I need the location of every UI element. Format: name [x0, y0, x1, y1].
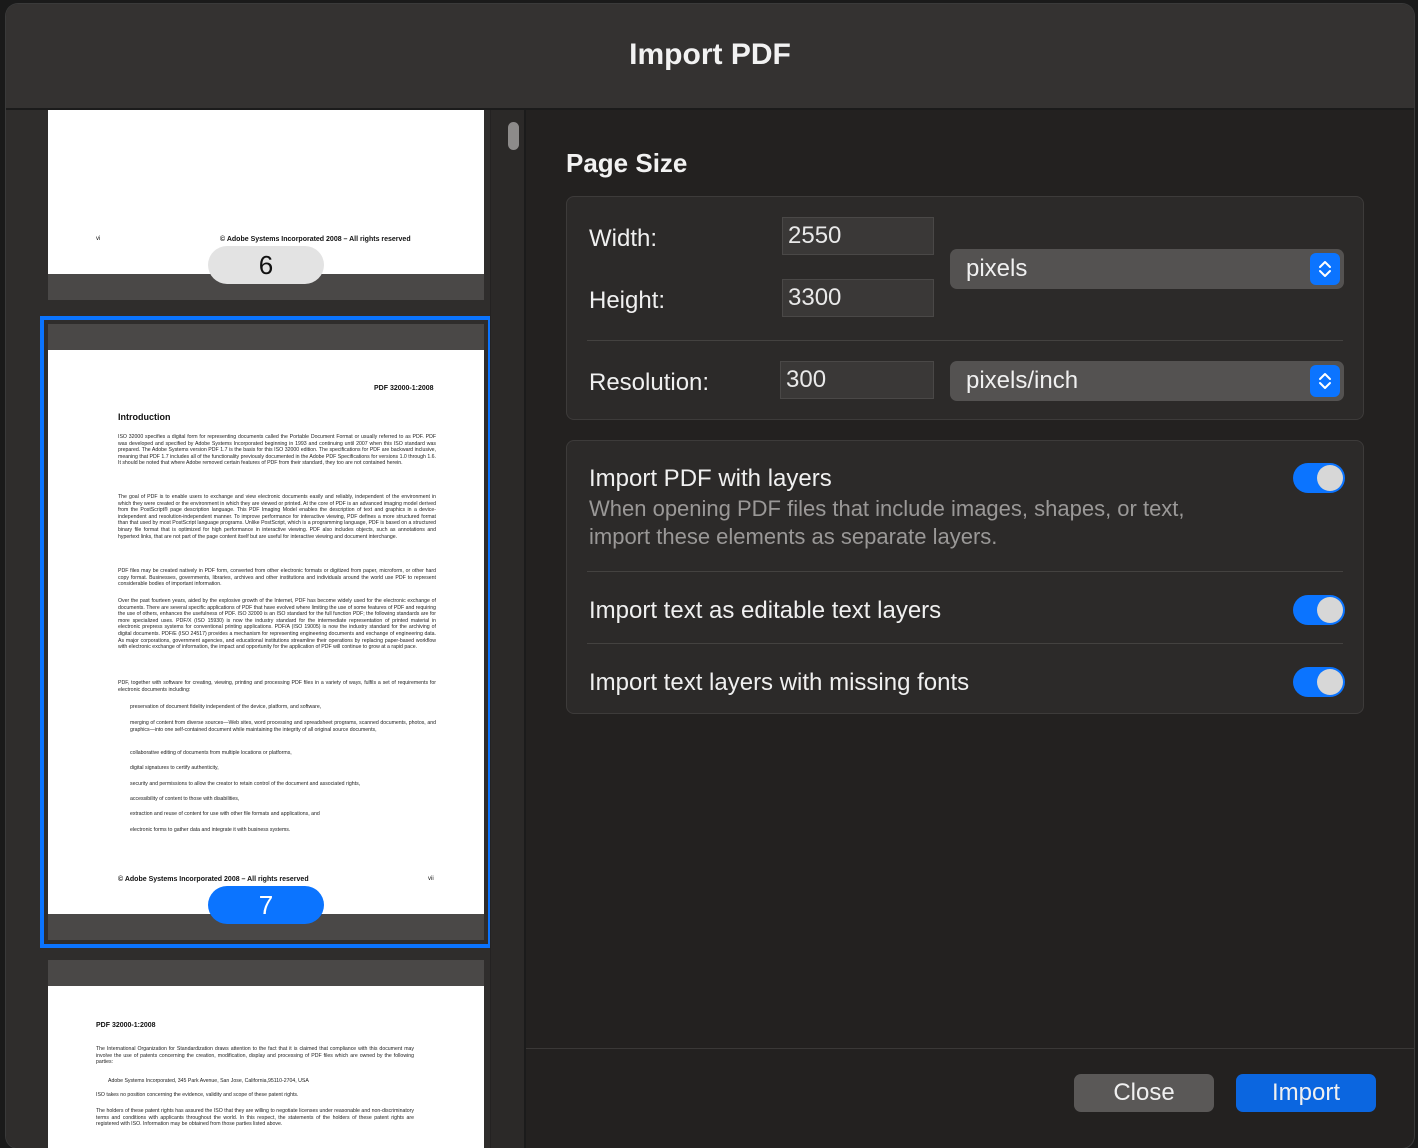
width-field[interactable]: 2550 — [782, 217, 934, 255]
toggle-import-with-layers[interactable] — [1293, 463, 1345, 493]
page6-footer-left: vi — [96, 236, 101, 242]
page8-paragraph-2: ISO takes no position concerning the evi… — [96, 1092, 299, 1098]
page7-bullet-5: security and permissions to allow the cr… — [130, 781, 361, 787]
sidebar-scrollbar-track[interactable] — [490, 110, 524, 1148]
page7-bullet-2: merging of content from diverse sources—… — [130, 720, 436, 733]
page7-paragraph-5: PDF, together with software for creating… — [118, 680, 436, 693]
page7-paragraph-2: The goal of PDF is to enable users to ex… — [118, 494, 436, 540]
option-title-missing-fonts: Import text layers with missing fonts — [589, 669, 970, 696]
page7-heading: Introduction — [118, 412, 171, 422]
size-unit-select[interactable]: pixels — [950, 249, 1344, 289]
close-button[interactable]: Close — [1074, 1074, 1214, 1112]
page-thumbnail-6[interactable]: vi © Adobe Systems Incorporated 2008 – A… — [48, 110, 484, 300]
page-thumbnail-8[interactable]: PDF 32000-1:2008 The International Organ… — [48, 960, 484, 1148]
height-value: 3300 — [788, 284, 842, 311]
page-number-7: 7 — [258, 889, 274, 920]
size-unit-value: pixels — [966, 255, 1028, 282]
title-bar: Import PDF — [6, 4, 1414, 110]
page7-paragraph-1: ISO 32000 specifies a digital form for r… — [118, 434, 436, 467]
option-title-layers: Import PDF with layers — [589, 465, 832, 492]
chevron-updown-icon — [1310, 253, 1340, 285]
resolution-unit-select[interactable]: pixels/inch — [950, 361, 1344, 401]
chevron-updown-icon — [1310, 365, 1340, 397]
page7-bullet-8: electronic forms to gather data and inte… — [130, 827, 291, 833]
resolution-field[interactable]: 300 — [780, 361, 934, 399]
page-thumbnail-7[interactable]: PDF 32000-1:2008 Introduction ISO 32000 … — [48, 324, 484, 940]
page8-paragraph-1: The International Organization for Stand… — [96, 1046, 414, 1066]
dialog-title: Import PDF — [629, 38, 791, 71]
page7-bullet-4: digital signatures to certify authentici… — [130, 765, 219, 771]
width-label: Width: — [589, 225, 658, 252]
page-size-group: Width: 2550 Height: 3300 pixels Resoluti… — [566, 196, 1364, 420]
resolution-value: 300 — [786, 366, 827, 393]
width-value: 2550 — [788, 222, 842, 249]
page7-header: PDF 32000-1:2008 — [374, 385, 434, 392]
page6-footer-center: © Adobe Systems Incorporated 2008 – All … — [220, 236, 411, 243]
page-number-badge-6: 6 — [208, 246, 324, 284]
toggle-editable-text-layers[interactable] — [1293, 595, 1345, 625]
page7-bullet-1: preservation of document fidelity indepe… — [130, 704, 322, 710]
page8-header: PDF 32000-1:2008 — [96, 1022, 156, 1029]
toggle-knob — [1317, 465, 1343, 491]
options-divider-2 — [587, 643, 1343, 644]
page7-bullet-3: collaborative editing of documents from … — [130, 750, 292, 756]
options-divider-1 — [587, 571, 1343, 572]
page8-paragraph-3: The holders of these patent rights has a… — [96, 1108, 414, 1128]
option-description-layers: When opening PDF files that include imag… — [589, 496, 1185, 549]
page7-bullet-7: extraction and reuse of content for use … — [130, 811, 320, 817]
import-options-group: Import PDF with layers When opening PDF … — [566, 440, 1364, 714]
import-button[interactable]: Import — [1236, 1074, 1376, 1112]
height-field[interactable]: 3300 — [782, 279, 934, 317]
page7-paragraph-4: Over the past fourteen years, aided by t… — [118, 598, 436, 651]
import-pdf-dialog: Import PDF vi © Adobe Systems Incorporat… — [6, 4, 1414, 1148]
page-number-badge-7: 7 — [208, 886, 324, 924]
page-number-6: 6 — [258, 249, 274, 280]
height-label: Height: — [589, 287, 666, 314]
page7-footer-right: vii — [428, 876, 434, 882]
page8-bullet-1: Adobe Systems Incorporated, 345 Park Ave… — [108, 1078, 309, 1084]
toggle-knob — [1317, 597, 1343, 623]
page-thumbnails-sidebar[interactable]: vi © Adobe Systems Incorporated 2008 – A… — [6, 110, 526, 1148]
resolution-unit-value: pixels/inch — [966, 367, 1079, 394]
sidebar-scrollbar-thumb[interactable] — [508, 122, 519, 150]
toggle-knob — [1317, 669, 1343, 695]
page-size-divider — [587, 340, 1343, 341]
footer-separator — [526, 1048, 1414, 1049]
resolution-label: Resolution: — [589, 369, 710, 396]
toggle-missing-fonts[interactable] — [1293, 667, 1345, 697]
page7-bullet-6: accessibility of content to those with d… — [130, 796, 240, 802]
option-title-editable-text: Import text as editable text layers — [589, 597, 942, 624]
page7-footer-left: © Adobe Systems Incorporated 2008 – All … — [118, 876, 309, 883]
page-size-heading: Page Size — [566, 148, 688, 178]
page7-paragraph-3: PDF files may be created natively in PDF… — [118, 568, 436, 588]
